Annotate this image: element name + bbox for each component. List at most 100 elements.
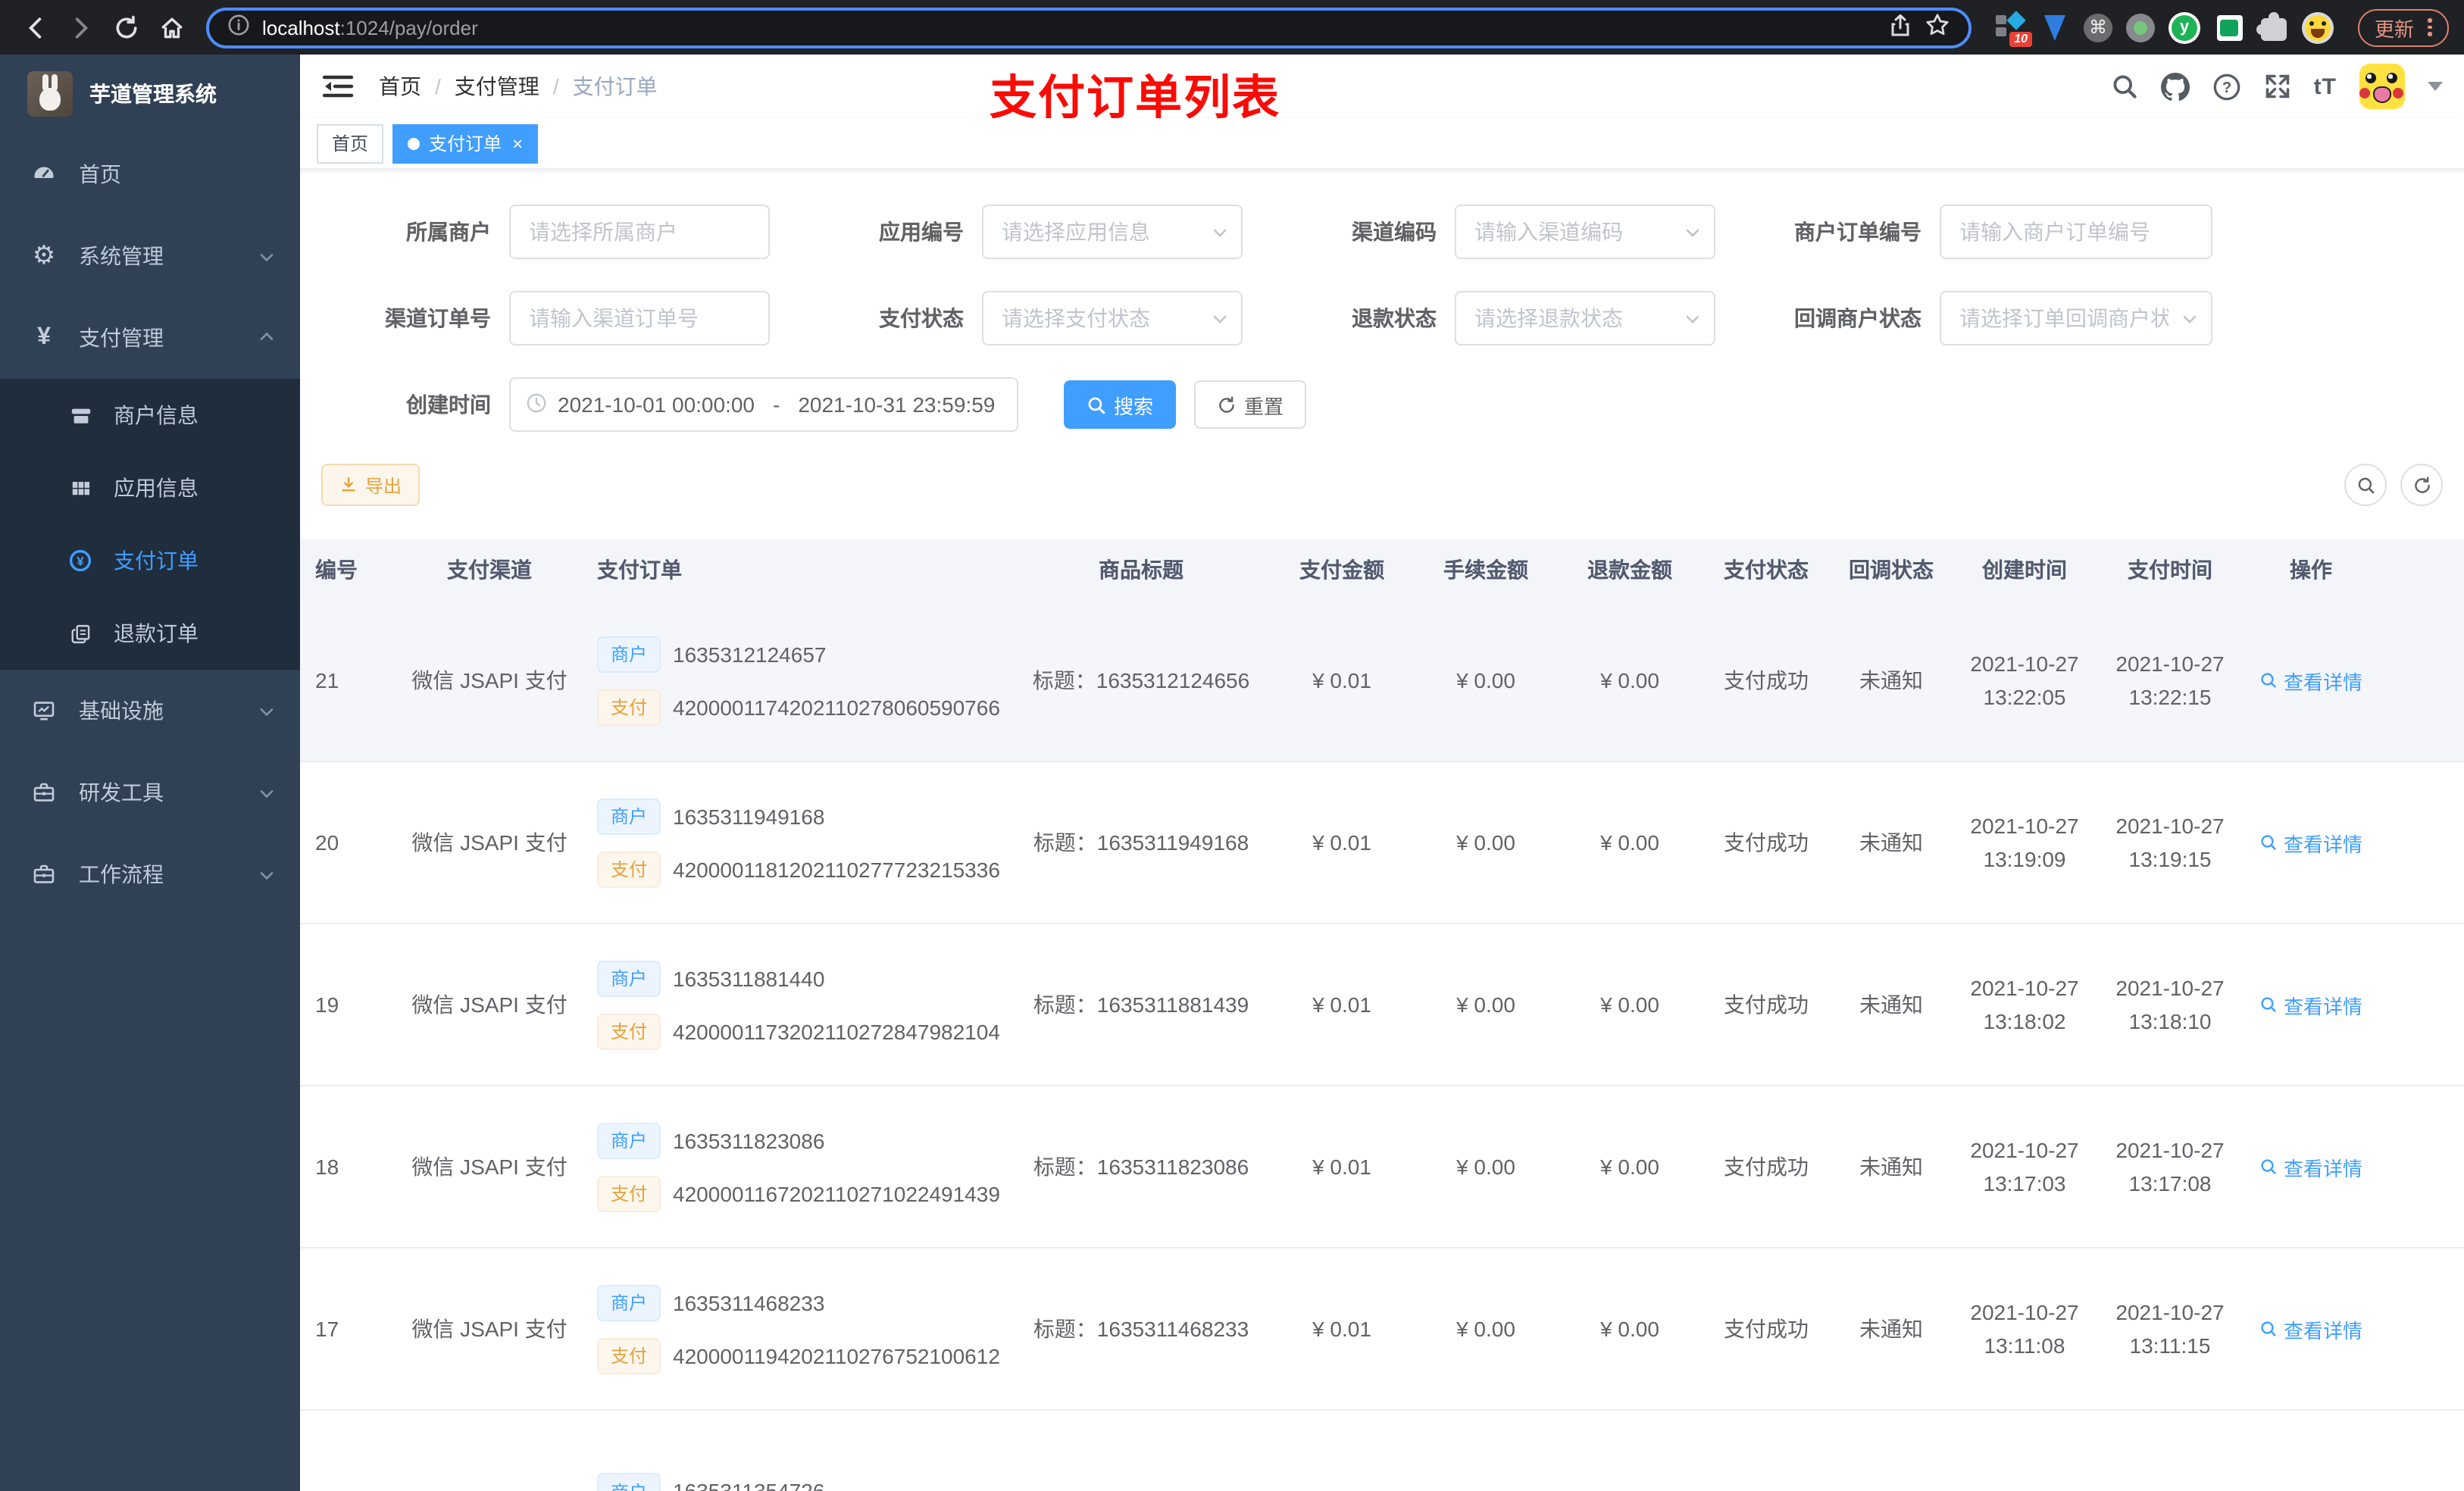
merchant-order-no-input[interactable] (1940, 205, 2212, 259)
table-row[interactable]: 商户 1635311354726 (300, 1411, 2464, 1491)
tab-pay-order[interactable]: 支付订单 × (392, 123, 539, 163)
search-icon[interactable] (2111, 73, 2138, 100)
export-button[interactable]: 导出 (321, 464, 421, 506)
refund-status-input[interactable] (1455, 291, 1715, 345)
sidebar-item-system[interactable]: ⚙ 系统管理 (0, 215, 300, 297)
extensions-puzzle-icon[interactable] (2256, 11, 2288, 42)
sidebar-item-infra[interactable]: 基础设施 (0, 670, 300, 752)
cell-notify-status: 未通知 (1859, 830, 1923, 855)
more-icon[interactable] (2428, 18, 2432, 36)
page-annotation: 支付订单列表 (990, 71, 1280, 124)
breadcrumb-pay-order: 支付订单 (572, 74, 658, 98)
extension-kite-icon[interactable] (2040, 12, 2070, 42)
view-detail-link[interactable]: 查看详情 (2259, 1314, 2362, 1343)
table-row[interactable]: 19 微信 JSAPI 支付 商户 1635311881440 支付 42000… (300, 924, 2464, 1086)
cell-pay-status: 支付成功 (1724, 1155, 1809, 1179)
filter-label-pay-status: 支付状态 (879, 306, 964, 330)
cell-actions: 查看详情 (2243, 828, 2379, 857)
sidebar-item-merchant-info[interactable]: 商户信息 (0, 379, 300, 452)
notify-status-input[interactable] (1940, 291, 2212, 345)
extension-record-icon[interactable] (2126, 13, 2155, 42)
address-bar[interactable]: localhost:1024/pay/order (206, 7, 1972, 48)
chevron-down-icon (258, 702, 276, 720)
profile-emoji-icon[interactable] (2302, 11, 2334, 43)
cell-pay-time: 2021-10-27 13:11:15 (2115, 1299, 2225, 1358)
breadcrumb-separator: / (435, 74, 441, 98)
table-row[interactable]: 18 微信 JSAPI 支付 商户 1635311823086 支付 42000… (300, 1086, 2464, 1249)
view-detail-link[interactable]: 查看详情 (2259, 990, 2362, 1019)
app-select-input[interactable] (982, 205, 1243, 259)
site-info-icon[interactable] (227, 14, 250, 41)
view-detail-link[interactable]: 查看详情 (2259, 666, 2362, 695)
share-icon[interactable] (1888, 13, 1912, 42)
column-header: 支付状态 (1724, 558, 1809, 582)
sidebar-item-workflow[interactable]: 工作流程 (0, 833, 300, 915)
reset-button[interactable]: 重置 (1194, 380, 1307, 429)
app-logo-row[interactable]: 芋道管理系统 (0, 55, 300, 133)
close-icon[interactable]: × (512, 134, 523, 152)
tab-label: 支付订单 (429, 133, 502, 155)
fullscreen-icon[interactable] (2264, 73, 2291, 100)
table-row[interactable]: 17 微信 JSAPI 支付 商户 1635311468233 支付 42000… (300, 1249, 2464, 1411)
table-header-row: 编号 支付渠道 支付订单 商品标题 支付金额 手续金额 退款金额 支付状态 回调状态 创建时间 支付… (300, 539, 2464, 600)
caret-down-icon[interactable] (2428, 82, 2443, 91)
toolbox-icon (30, 780, 58, 805)
cell-fee-amount: ¥ 0.00 (1456, 1155, 1515, 1179)
table-row[interactable]: 20 微信 JSAPI 支付 商户 1635311949168 支付 42000… (300, 762, 2464, 924)
search-button[interactable]: 搜索 (1064, 380, 1177, 429)
channel-code-select (1455, 205, 1715, 259)
breadcrumb-home[interactable]: 首页 (379, 71, 421, 102)
view-detail-link[interactable]: 查看详情 (2259, 828, 2362, 857)
home-button[interactable] (152, 8, 191, 47)
tab-home[interactable]: 首页 (317, 123, 384, 163)
browser-update-button[interactable]: 更新 (2358, 8, 2449, 46)
table-body: 21 微信 JSAPI 支付 商户 1635312124657 支付 42000… (300, 600, 2464, 1491)
pay-tag: 支付 (597, 689, 661, 725)
toggle-search-button[interactable] (2344, 464, 2387, 506)
date-end: 2021-10-31 23:59:59 (798, 392, 996, 417)
extension-chat-icon[interactable] (2214, 12, 2244, 42)
extension-command-icon[interactable]: ⌘ (2084, 13, 2112, 42)
pay-order-line: 支付 4200001167202110271022491439 (597, 1175, 1003, 1211)
sidebar-item-pay-order[interactable]: ¥ 支付订单 (0, 524, 300, 597)
channel-order-no-input[interactable] (509, 291, 770, 345)
avatar[interactable] (2359, 64, 2405, 109)
column-header: 创建时间 (1982, 558, 2067, 582)
back-button[interactable] (15, 8, 55, 47)
breadcrumb: 首页 / 支付管理 / 支付订单 (379, 71, 658, 102)
table-row[interactable]: 21 微信 JSAPI 支付 商户 1635312124657 支付 42000… (300, 600, 2464, 762)
extension-y-icon[interactable]: y (2169, 11, 2200, 43)
cell-actions: 查看详情 (2243, 990, 2379, 1019)
extension-diamond-icon[interactable]: 10 (1996, 11, 2032, 47)
breadcrumb-pay-management[interactable]: 支付管理 (455, 71, 539, 102)
merchant-order-no: 1635312124657 (673, 642, 827, 666)
date-range-picker[interactable]: 2021-10-01 00:00:00 - 2021-10-31 23:59:5… (509, 377, 1018, 432)
filter-label-create-time: 创建时间 (406, 392, 491, 417)
bookmark-star-icon[interactable] (1925, 12, 1950, 42)
merchant-input[interactable] (509, 205, 770, 259)
github-icon[interactable] (2160, 72, 2190, 101)
cell-id: 17 (315, 1317, 339, 1341)
store-icon (67, 404, 94, 427)
extension-badge: 10 (2009, 32, 2032, 47)
cell-pay-channel: 微信 JSAPI 支付 (411, 992, 568, 1017)
pay-status-input[interactable] (982, 291, 1243, 345)
channel-code-input[interactable] (1455, 205, 1715, 259)
view-detail-link[interactable]: 查看详情 (2259, 1152, 2362, 1181)
reload-button[interactable] (106, 8, 145, 47)
sidebar-item-payment[interactable]: ¥ 支付管理 (0, 297, 300, 379)
hamburger-icon[interactable] (321, 73, 355, 100)
refresh-button[interactable] (2400, 464, 2443, 506)
sidebar-item-refund-order[interactable]: 退款订单 (0, 597, 300, 670)
sidebar-item-app-info[interactable]: 应用信息 (0, 452, 300, 524)
sidebar-item-home[interactable]: 首页 (0, 133, 300, 215)
sidebar-item-dev-tools[interactable]: 研发工具 (0, 752, 300, 833)
pay-order-no: 4200001167202110271022491439 (673, 1181, 1000, 1205)
font-size-icon[interactable]: tT (2314, 73, 2337, 99)
help-icon[interactable]: ? (2212, 72, 2241, 101)
monitor-icon (30, 699, 58, 723)
forward-button[interactable] (61, 8, 100, 47)
chevron-down-icon (258, 247, 276, 265)
pay-order-line: 支付 4200001194202110276752100612 (597, 1337, 1003, 1374)
pay-tag: 支付 (597, 851, 661, 887)
